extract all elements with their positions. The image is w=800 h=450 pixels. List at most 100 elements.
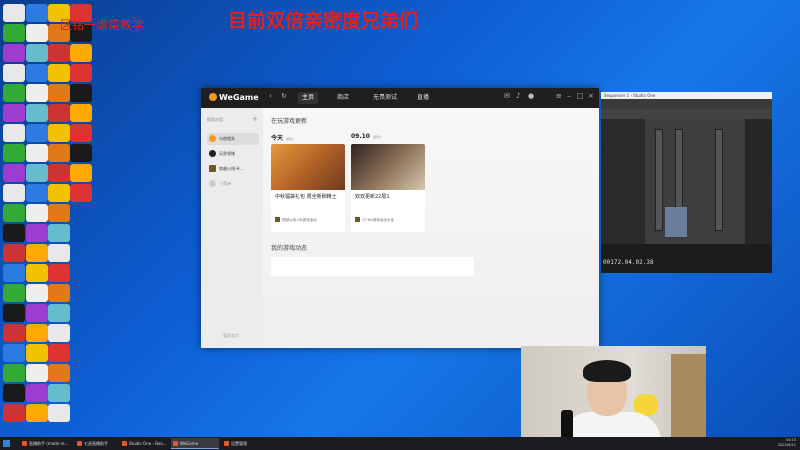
system-clock[interactable]: 14:15 2022/9/11 [778, 438, 796, 448]
settings-icon[interactable]: ≡ [556, 92, 562, 100]
desktop-app-icon[interactable] [3, 164, 25, 182]
desktop-app-icon[interactable] [3, 184, 25, 202]
desktop-app-icon[interactable] [26, 164, 48, 182]
desktop-app-icon[interactable] [48, 184, 70, 202]
refresh-icon[interactable]: ↻ [281, 92, 287, 100]
desktop-app-icon[interactable] [48, 364, 70, 382]
desktop-app-icon[interactable] [70, 64, 92, 82]
desktop-app-icon[interactable] [26, 44, 48, 62]
minimize-icon[interactable]: – [567, 92, 571, 100]
desktop-app-icon[interactable] [3, 84, 25, 102]
desktop-app-icon[interactable] [48, 304, 70, 322]
wegame-window[interactable]: WeGame ‹ ↻ 主页 商店 无畏测试 直播 ✉ ♪ ● ≡ – □ × 搜… [201, 88, 599, 348]
desktop-app-icon[interactable] [48, 144, 70, 162]
desktop-app-icon[interactable] [26, 384, 48, 402]
wegame-titlebar[interactable]: WeGame ‹ ↻ 主页 商店 无畏测试 直播 ✉ ♪ ● ≡ – □ × [201, 88, 599, 108]
desktop-app-icon[interactable] [48, 44, 70, 62]
desktop-app-icon[interactable] [3, 144, 25, 162]
desktop-app-icon[interactable] [26, 304, 48, 322]
news-card[interactable]: 双双更新22局1 CF·HD游戏活动大全 [351, 144, 425, 232]
desktop-app-icon[interactable] [26, 144, 48, 162]
desktop-app-icon[interactable] [48, 124, 70, 142]
desktop-app-icon[interactable] [3, 364, 25, 382]
desktop-app-icon[interactable] [48, 84, 70, 102]
desktop-app-icon[interactable] [70, 104, 92, 122]
avatar[interactable]: ● [528, 92, 534, 100]
bell-icon[interactable]: ♪ [516, 92, 520, 100]
desktop-app-icon[interactable] [48, 224, 70, 242]
maximize-icon[interactable]: □ [577, 92, 584, 100]
tab-test[interactable]: 无畏测试 [369, 92, 401, 104]
desktop-app-icon[interactable] [48, 64, 70, 82]
back-icon[interactable]: ‹ [269, 92, 272, 100]
sidebar-item-related[interactable]: 与他相关 [207, 133, 259, 145]
windows-start-icon[interactable] [3, 440, 10, 447]
desktop-app-icon[interactable] [26, 344, 48, 362]
desktop-app-icon[interactable] [70, 84, 92, 102]
desktop-app-icon[interactable] [26, 284, 48, 302]
desktop-app-icon[interactable] [26, 264, 48, 282]
desktop-app-icon[interactable] [3, 24, 25, 42]
desktop-app-icon[interactable] [3, 64, 25, 82]
desktop-app-icon[interactable] [3, 104, 25, 122]
desktop-app-icon[interactable] [70, 164, 92, 182]
sidebar-search-input[interactable]: 搜索应用 [207, 117, 223, 123]
desktop-app-icon[interactable] [26, 364, 48, 382]
desktop-app-icon[interactable] [26, 104, 48, 122]
desktop-app-icon[interactable] [26, 224, 48, 242]
message-icon[interactable]: ✉ [504, 92, 510, 100]
daw-meter-panel[interactable] [745, 119, 772, 244]
desktop-app-icon[interactable] [48, 164, 70, 182]
desktop-app-icon[interactable] [26, 84, 48, 102]
desktop-app-icon[interactable] [3, 264, 25, 282]
desktop-app-icon[interactable] [70, 144, 92, 162]
desktop-app-icon[interactable] [26, 324, 48, 342]
add-icon[interactable]: + [252, 115, 258, 123]
desktop-app-icon[interactable] [48, 284, 70, 302]
desktop-app-icon[interactable] [26, 124, 48, 142]
desktop-app-icon[interactable] [48, 384, 70, 402]
desktop-app-icon[interactable] [26, 184, 48, 202]
desktop-app-icon[interactable] [3, 284, 25, 302]
desktop-app-icon[interactable] [48, 404, 70, 422]
desktop-app-icon[interactable] [48, 324, 70, 342]
daw-mixer[interactable] [645, 119, 745, 244]
tab-store[interactable]: 商店 [333, 92, 353, 104]
desktop-app-icon[interactable] [3, 224, 25, 242]
desktop-app-icon[interactable] [3, 44, 25, 62]
sidebar-item-cf[interactable]: 穿越火线-H... [207, 163, 259, 175]
desktop-app-icon[interactable] [48, 204, 70, 222]
desktop-app-icon[interactable] [26, 204, 48, 222]
desktop-app-icon[interactable] [3, 324, 25, 342]
desktop-app-icon[interactable] [3, 204, 25, 222]
tab-live[interactable]: 直播 [413, 92, 433, 104]
fader-slider[interactable] [655, 129, 663, 231]
desktop-app-icon[interactable] [3, 304, 25, 322]
sidebar-item-delta[interactable]: 三角洲 [207, 178, 259, 190]
daw-menubar[interactable] [601, 99, 772, 109]
desktop-app-icon[interactable] [48, 344, 70, 362]
taskbar-item[interactable]: 直播助手 (mode re... [20, 438, 72, 449]
sidebar-item-valorant[interactable]: 无畏领域 [207, 148, 259, 160]
desktop-app-icon[interactable] [3, 124, 25, 142]
desktop-app-icon[interactable] [3, 344, 25, 362]
desktop-app-icon[interactable] [70, 184, 92, 202]
taskbar-item[interactable]: 设置管理 [222, 438, 270, 449]
desktop-app-icon[interactable] [26, 4, 48, 22]
fader-slider[interactable] [715, 129, 723, 231]
taskbar-item[interactable]: 七虎直播助手 [75, 438, 117, 449]
daw-toolbar[interactable] [601, 109, 772, 119]
taskbar-item[interactable]: WeGame [171, 438, 219, 449]
desktop-app-icon[interactable] [26, 404, 48, 422]
desktop-app-icon[interactable] [48, 104, 70, 122]
desktop-app-icon[interactable] [3, 244, 25, 262]
desktop-app-icon[interactable] [70, 124, 92, 142]
desktop-app-icon[interactable] [48, 244, 70, 262]
close-icon[interactable]: × [588, 92, 594, 100]
desktop-app-icon[interactable] [3, 4, 25, 22]
desktop-app-icon[interactable] [48, 264, 70, 282]
desktop-app-icon[interactable] [70, 44, 92, 62]
desktop-app-icon[interactable] [3, 404, 25, 422]
desktop-app-icon[interactable] [26, 24, 48, 42]
daw-titlebar[interactable]: Sequencer 1 - Studio One [601, 92, 772, 99]
